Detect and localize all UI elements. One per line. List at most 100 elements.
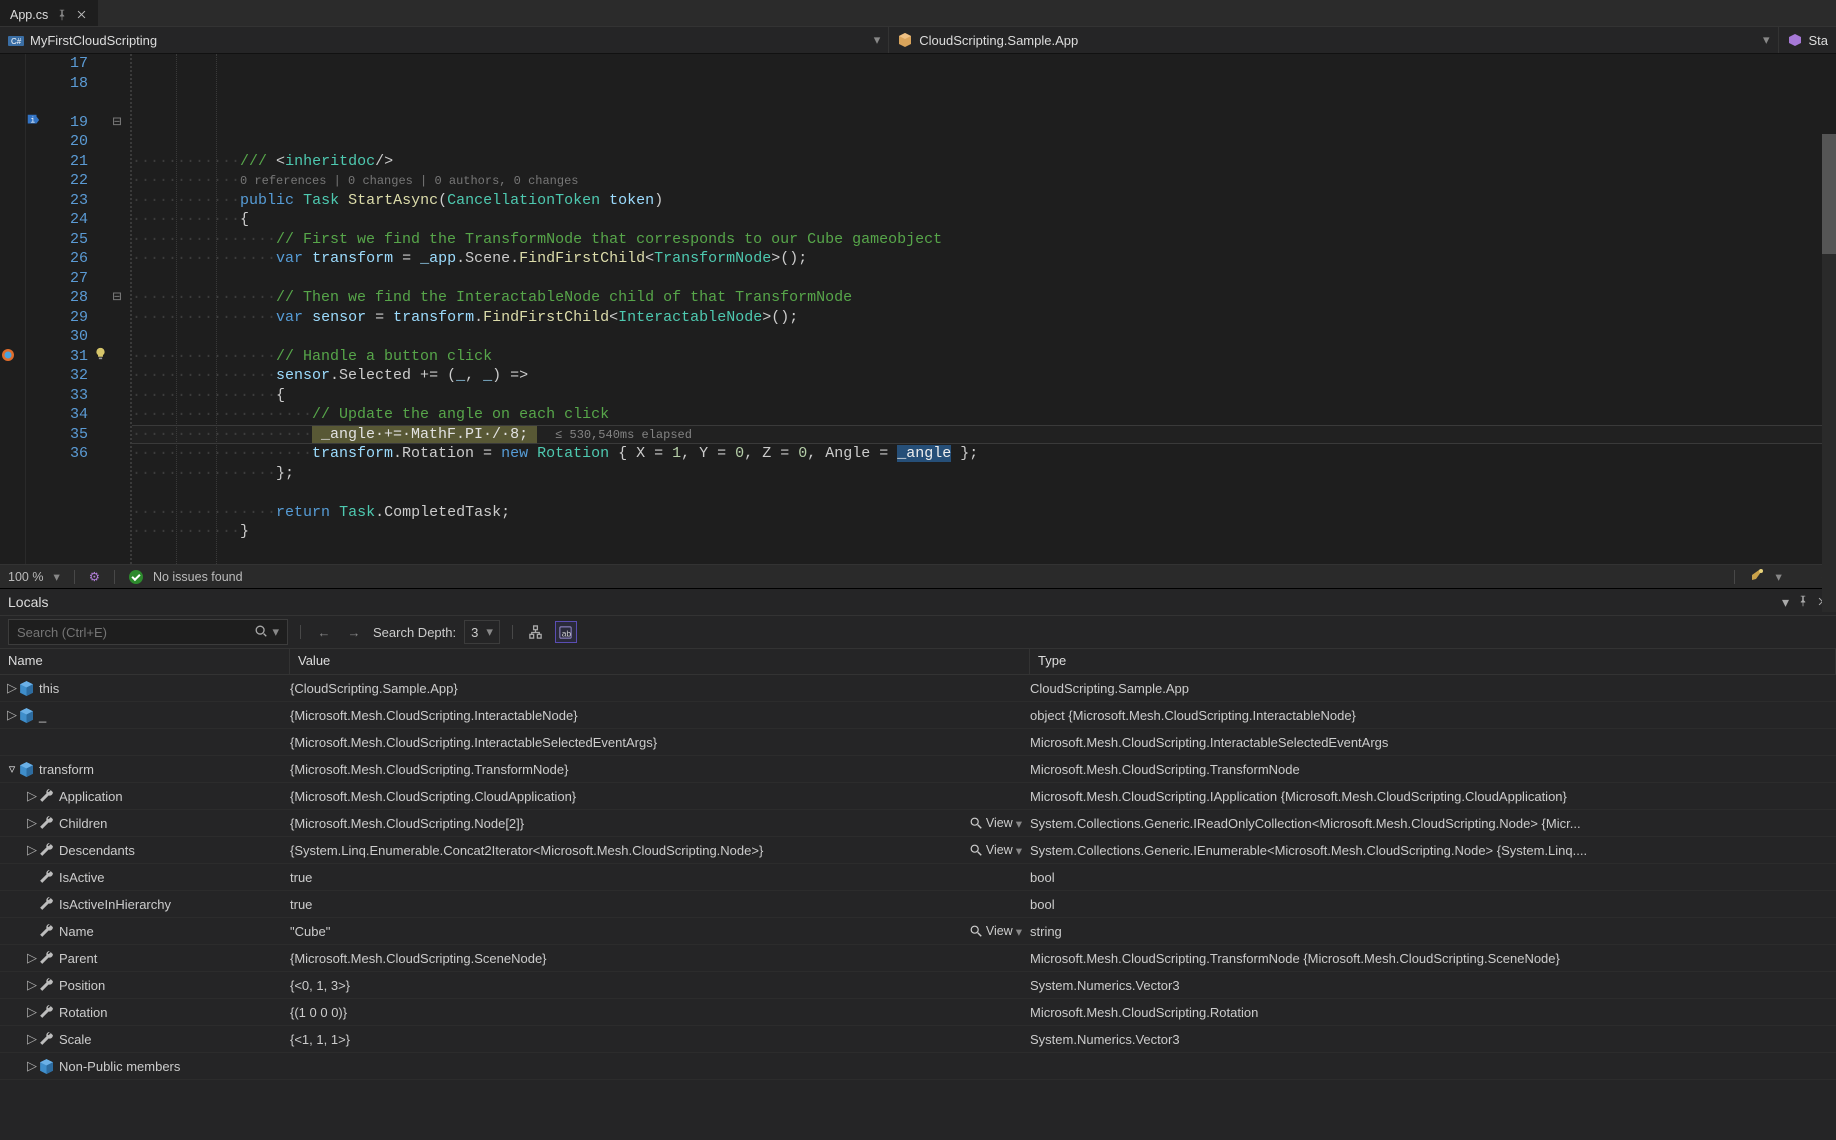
code-line[interactable] — [132, 269, 1836, 289]
code-line[interactable]: ···················· _angle·+=·MathF.PI·… — [132, 425, 1836, 445]
locals-var-name: Rotation — [59, 1005, 107, 1020]
pin-icon[interactable] — [1797, 594, 1809, 611]
locals-var-name: _ — [39, 708, 46, 723]
search-input[interactable]: ▾ — [8, 619, 288, 645]
expander-icon[interactable]: ▷ — [6, 707, 18, 723]
code-line[interactable]: ················var sensor = transform.F… — [132, 308, 1836, 328]
code-editor[interactable]: i 17181920212223242526272829303132333435… — [0, 54, 1836, 564]
window-position-dropdown[interactable]: ▾ — [1782, 594, 1789, 611]
pin-icon[interactable] — [56, 9, 68, 21]
locals-row[interactable]: Name"Cube"View ▾string — [0, 918, 1836, 945]
zoom-level[interactable]: 100 % — [8, 570, 43, 584]
code-line[interactable]: ················var transform = _app.Sce… — [132, 249, 1836, 269]
locals-row[interactable]: ▷ Parent {Microsoft.Mesh.CloudScripting.Sc… — [0, 945, 1836, 972]
svg-text:ab: ab — [562, 628, 572, 638]
locals-var-type: string — [1030, 924, 1836, 939]
nav-back-icon[interactable]: ← — [313, 621, 335, 643]
locals-row[interactable]: ▷ Children {Microsoft.Mesh.CloudScripting.… — [0, 810, 1836, 837]
method-icon — [1787, 32, 1803, 48]
locals-row[interactable]: IsActiveInHierarchytruebool — [0, 891, 1836, 918]
nav-project-label: MyFirstCloudScripting — [30, 33, 157, 48]
code-line[interactable]: ············/// <inheritdoc/> — [132, 152, 1836, 172]
code-line[interactable]: ················// Then we find the Inte… — [132, 288, 1836, 308]
locals-var-type: System.Collections.Generic.IReadOnlyColl… — [1030, 816, 1836, 831]
nav-type-dropdown[interactable]: CloudScripting.Sample.App ▾ — [889, 27, 1778, 53]
col-header-value[interactable]: Value — [290, 649, 1030, 674]
locals-row[interactable]: ▷Rotation{(1 0 0 0)}Microsoft.Mesh.Cloud… — [0, 999, 1836, 1026]
code-line[interactable]: ················return Task.CompletedTas… — [132, 503, 1836, 523]
view-visualizer-button[interactable]: View ▾ — [969, 843, 1022, 858]
expander-icon[interactable]: ▷ — [26, 1058, 38, 1074]
chevron-down-icon[interactable]: ▾ — [53, 569, 59, 584]
expander-icon[interactable]: ▷ — [26, 815, 38, 831]
toggle-tree-icon[interactable] — [525, 621, 547, 643]
code-line[interactable]: ················{ — [132, 386, 1836, 406]
close-icon[interactable] — [76, 9, 88, 21]
locals-var-value: {Microsoft.Mesh.CloudScripting.Interacta… — [290, 708, 1022, 723]
nav-member-dropdown[interactable]: Sta — [1779, 27, 1836, 53]
expander-icon[interactable]: ▷ — [26, 977, 38, 993]
expander-icon[interactable]: ▷ — [6, 680, 18, 696]
locals-var-type: Microsoft.Mesh.CloudScripting.Interactab… — [1030, 735, 1836, 750]
locals-row[interactable]: ▷Position{<0, 1, 3>}System.Numerics.Vect… — [0, 972, 1836, 999]
code-line[interactable]: ············0 references | 0 changes | 0… — [132, 171, 1836, 191]
code-line[interactable]: ············} — [132, 522, 1836, 542]
search-field[interactable] — [17, 625, 254, 640]
code-line[interactable] — [132, 327, 1836, 347]
property-icon — [38, 896, 55, 913]
navigation-bar: C# MyFirstCloudScripting ▾ CloudScriptin… — [0, 26, 1836, 54]
locals-row[interactable]: ▷Application{Microsoft.Mesh.CloudScripti… — [0, 783, 1836, 810]
locals-var-value: true — [290, 870, 1022, 885]
view-visualizer-button[interactable]: View ▾ — [969, 924, 1022, 939]
property-icon — [38, 869, 55, 886]
expander-icon[interactable]: ▷ — [26, 788, 38, 804]
expander-icon[interactable]: ▷ — [26, 950, 38, 966]
locals-panel: Locals ▾ ▾ ← → Search Depth: 3 ▾ — [0, 588, 1836, 1140]
nav-forward-icon[interactable]: → — [343, 621, 365, 643]
code-line[interactable]: ················sensor.Selected += (_, _… — [132, 366, 1836, 386]
locals-var-name: IsActive — [59, 870, 105, 885]
code-line[interactable] — [132, 483, 1836, 503]
code-line[interactable]: ················}; — [132, 464, 1836, 484]
locals-row[interactable]: ▷Non-Public members — [0, 1053, 1836, 1080]
intellicode-icon[interactable] — [1749, 567, 1765, 586]
locals-var-value: {Microsoft.Mesh.CloudScripting.Node[2]} — [290, 816, 969, 831]
code-line[interactable]: ················// Handle a button click — [132, 347, 1836, 367]
expander-icon[interactable]: ▷ — [26, 1031, 38, 1047]
locals-row[interactable]: ▷this{CloudScripting.Sample.App}CloudScr… — [0, 675, 1836, 702]
nav-project-dropdown[interactable]: C# MyFirstCloudScripting ▾ — [0, 27, 889, 53]
code-line[interactable]: ················// First we find the Tra… — [132, 230, 1836, 250]
locals-row[interactable]: ▷ _ {Microsoft.Mesh.CloudScripting.Interac… — [0, 702, 1836, 729]
code-line[interactable] — [132, 132, 1836, 152]
search-icon[interactable] — [254, 624, 268, 641]
view-visualizer-button[interactable]: View ▾ — [969, 816, 1022, 831]
code-line[interactable]: ············{ — [132, 210, 1836, 230]
locals-row[interactable]: ▿transform{Microsoft.Mesh.CloudScripting… — [0, 756, 1836, 783]
search-depth-select[interactable]: 3 ▾ — [464, 620, 500, 644]
expander-icon[interactable]: ▷ — [26, 1004, 38, 1020]
locals-var-value: {Microsoft.Mesh.CloudScripting.SceneNode… — [290, 951, 1022, 966]
locals-var-value: "Cube" — [290, 924, 969, 939]
editor-status-bar: 100 % ▾ ⚙ No issues found ▾ ◂ — [0, 564, 1836, 588]
locals-var-name: Parent — [59, 951, 97, 966]
expander-icon[interactable]: ▷ — [26, 842, 38, 858]
locals-var-name: Children — [59, 816, 107, 831]
code-line[interactable]: ····················// Update the angle … — [132, 405, 1836, 425]
code-line[interactable]: ············public Task StartAsync(Cance… — [132, 191, 1836, 211]
code-line[interactable]: ····················transform.Rotation =… — [132, 444, 1836, 464]
locals-var-name: Position — [59, 978, 105, 993]
locals-row[interactable]: ▷Descendants{System.Linq.Enumerable.Conc… — [0, 837, 1836, 864]
csharp-project-icon: C# — [8, 32, 24, 48]
col-header-type[interactable]: Type — [1030, 649, 1836, 674]
expander-icon[interactable]: ▿ — [6, 761, 18, 777]
locals-row[interactable]: ▷Scale{<1, 1, 1>}System.Numerics.Vector3 — [0, 1026, 1836, 1053]
vertical-scrollbar[interactable] — [1822, 134, 1836, 612]
locals-grid-header: Name Value Type — [0, 649, 1836, 675]
locals-row[interactable]: IsActivetruebool — [0, 864, 1836, 891]
locals-row[interactable]: {Microsoft.Mesh.CloudScripting.Interacta… — [0, 729, 1836, 756]
tab-active[interactable]: App.cs — [0, 0, 98, 26]
col-header-name[interactable]: Name — [0, 649, 290, 674]
chevron-down-icon[interactable]: ▾ — [1775, 569, 1781, 584]
chevron-down-icon[interactable]: ▾ — [272, 624, 279, 640]
toggle-property-icon[interactable]: ab — [555, 621, 577, 643]
